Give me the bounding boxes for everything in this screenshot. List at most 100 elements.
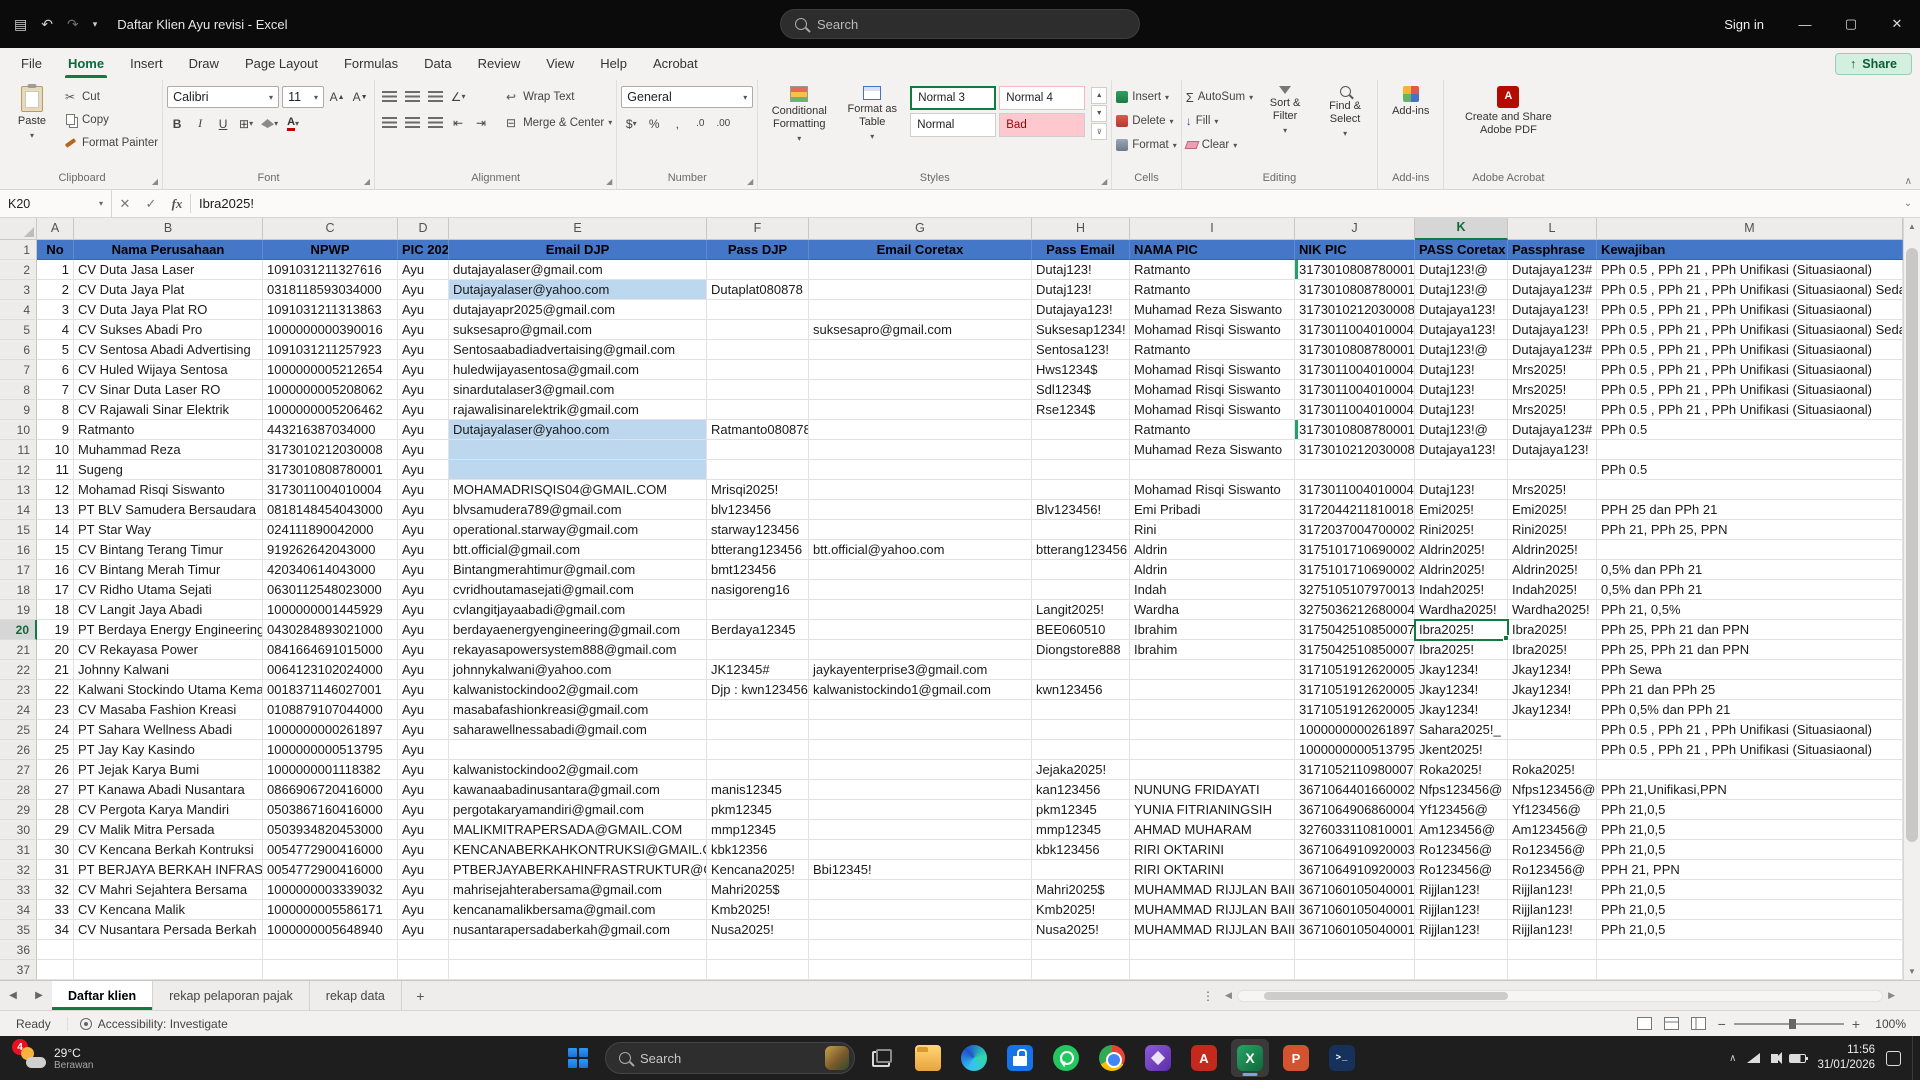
whatsapp-icon[interactable] xyxy=(1047,1039,1085,1077)
cell[interactable]: Sentosaabadiadvertaising@gmail.com xyxy=(449,340,707,360)
cell[interactable]: Ayu xyxy=(398,440,449,460)
cell[interactable] xyxy=(1597,940,1903,960)
sheet-nav-left-icon[interactable]: ◀ xyxy=(0,981,26,1010)
style-chip-bad[interactable]: Bad xyxy=(999,113,1086,137)
cell[interactable]: pkm12345 xyxy=(707,800,809,820)
cell[interactable]: 2 xyxy=(37,280,74,300)
cell[interactable]: PPh 21,0,5 xyxy=(1597,840,1903,860)
cell[interactable]: 0318118593034000 xyxy=(263,280,398,300)
cell[interactable]: Ibra2025! xyxy=(1508,640,1597,660)
cell[interactable]: 3173011004010004 xyxy=(1295,320,1415,340)
cell[interactable]: Mohamad Risqi Siswanto xyxy=(1130,360,1295,380)
cell[interactable]: Dutajaya123! xyxy=(1415,300,1508,320)
row-header[interactable]: 14 xyxy=(0,500,37,520)
cell[interactable]: 3173010808780001 xyxy=(1295,260,1415,280)
cell[interactable]: PPh 0.5 , PPh 21 , PPh Unifikasi (Situas… xyxy=(1597,740,1903,760)
row-header[interactable]: 37 xyxy=(0,960,37,980)
cell[interactable]: Am123456@ xyxy=(1508,820,1597,840)
column-header[interactable]: B xyxy=(74,218,263,240)
cell[interactable]: MUHAMMAD RIJJLAN BAIK xyxy=(1130,900,1295,920)
cell[interactable]: Mohamad Risqi Siswanto xyxy=(1130,480,1295,500)
cell[interactable]: 3275105107970013 xyxy=(1295,580,1415,600)
cell[interactable]: kan123456 xyxy=(1032,780,1130,800)
cell[interactable]: Ayu xyxy=(398,400,449,420)
page-break-view-icon[interactable] xyxy=(1690,1017,1706,1030)
format-as-table-button[interactable]: Format as Table ▾ xyxy=(840,82,904,146)
cell[interactable]: 1000000003339032 xyxy=(263,880,398,900)
cell[interactable] xyxy=(809,720,1032,740)
cell[interactable]: Kalwani Stockindo Utama Kemayoran xyxy=(74,680,263,700)
cell[interactable]: sinardutalaser3@gmail.com xyxy=(449,380,707,400)
cell[interactable]: Pass DJP xyxy=(707,240,809,260)
cell[interactable]: Nfps123456@ xyxy=(1415,780,1508,800)
cell[interactable]: manis12345 xyxy=(707,780,809,800)
cell[interactable]: AHMAD MUHARAM xyxy=(1130,820,1295,840)
cell[interactable]: kencanamalikbersama@gmail.com xyxy=(449,900,707,920)
row-header[interactable]: 2 xyxy=(0,260,37,280)
cell[interactable]: 16 xyxy=(37,560,74,580)
cell[interactable]: 3173011004010004 xyxy=(263,480,398,500)
row-header[interactable]: 1 xyxy=(0,240,37,260)
cell[interactable] xyxy=(1032,460,1130,480)
cell[interactable]: 3276033110810001 xyxy=(1295,820,1415,840)
cell[interactable] xyxy=(707,600,809,620)
cell[interactable]: CV Malik Mitra Persada xyxy=(74,820,263,840)
cell[interactable] xyxy=(707,320,809,340)
cell[interactable] xyxy=(449,740,707,760)
cell[interactable]: PPh 21,Unifikasi,PPN xyxy=(1597,780,1903,800)
cell[interactable]: Dutajaya123! xyxy=(1415,320,1508,340)
cell[interactable]: Am123456@ xyxy=(1415,820,1508,840)
cell[interactable]: Dutaj123!@ xyxy=(1415,260,1508,280)
cell[interactable]: Hws1234$ xyxy=(1032,360,1130,380)
align-top-icon[interactable] xyxy=(379,86,399,107)
cell[interactable]: 443216387034000 xyxy=(263,420,398,440)
font-family-select[interactable]: Calibri ▾ xyxy=(167,86,280,108)
cell[interactable]: NIK PIC xyxy=(1295,240,1415,260)
cell[interactable]: cvridhoutamasejati@gmail.com xyxy=(449,580,707,600)
cell[interactable]: 1091031211313863 xyxy=(263,300,398,320)
cell[interactable]: 3671060105040001 xyxy=(1295,880,1415,900)
cell[interactable]: PPh 21,0,5 xyxy=(1597,920,1903,940)
cell[interactable]: PT Jay Kay Kasindo xyxy=(74,740,263,760)
cell[interactable]: Rini xyxy=(1130,520,1295,540)
cell[interactable]: Aldrin2025! xyxy=(1508,560,1597,580)
cell[interactable]: 0503934820453000 xyxy=(263,820,398,840)
cell[interactable]: 12 xyxy=(37,480,74,500)
cell[interactable]: MUHAMMAD RIJJLAN BAIK xyxy=(1130,920,1295,940)
cell[interactable]: 0018371146027001 xyxy=(263,680,398,700)
cell[interactable] xyxy=(1597,540,1903,560)
cell[interactable]: Langit2025! xyxy=(1032,600,1130,620)
cell[interactable]: nusantarapersadaberkah@gmail.com xyxy=(449,920,707,940)
row-header[interactable]: 5 xyxy=(0,320,37,340)
cell[interactable] xyxy=(809,820,1032,840)
cell[interactable]: Nama Perusahaan xyxy=(74,240,263,260)
cell[interactable]: 1000000005206462 xyxy=(263,400,398,420)
font-size-select[interactable]: 11 ▾ xyxy=(282,86,325,108)
cell[interactable]: btt.official@yahoo.com xyxy=(809,540,1032,560)
cell[interactable]: 1000000005212654 xyxy=(263,360,398,380)
cell[interactable]: KENCANABERKAHKONTRUKSI@GMAIL.COM xyxy=(449,840,707,860)
cell[interactable]: Rijjlan123! xyxy=(1508,900,1597,920)
volume-icon[interactable] xyxy=(1771,1051,1783,1064)
cell[interactable] xyxy=(398,940,449,960)
cell[interactable]: MUHAMMAD RIJJLAN BAIK xyxy=(1130,880,1295,900)
cell[interactable] xyxy=(1415,940,1508,960)
cell[interactable]: operational.starway@gmail.com xyxy=(449,520,707,540)
powerpoint-icon[interactable]: P xyxy=(1277,1039,1315,1077)
cell[interactable] xyxy=(707,700,809,720)
cell[interactable]: 11 xyxy=(37,460,74,480)
cell[interactable]: Dutajaya123! xyxy=(1032,300,1130,320)
cell[interactable]: PIC 2025 xyxy=(398,240,449,260)
orientation-icon[interactable]: ∠ ▾ xyxy=(448,86,468,107)
cell[interactable]: Dutaj123!@ xyxy=(1415,340,1508,360)
column-header[interactable]: D xyxy=(398,218,449,240)
find-select-button[interactable]: Find & Select ▾ xyxy=(1317,82,1373,143)
cell[interactable]: PPh 21,0,5 xyxy=(1597,880,1903,900)
cell[interactable]: Rijjlan123! xyxy=(1508,880,1597,900)
menu-tab-home[interactable]: Home xyxy=(55,51,117,78)
cell[interactable]: 3175101710690002 xyxy=(1295,560,1415,580)
cell[interactable]: Dutaj123! xyxy=(1032,260,1130,280)
cell[interactable]: Aldrin2025! xyxy=(1415,560,1508,580)
cell[interactable]: Ayu xyxy=(398,740,449,760)
cell[interactable] xyxy=(1597,760,1903,780)
